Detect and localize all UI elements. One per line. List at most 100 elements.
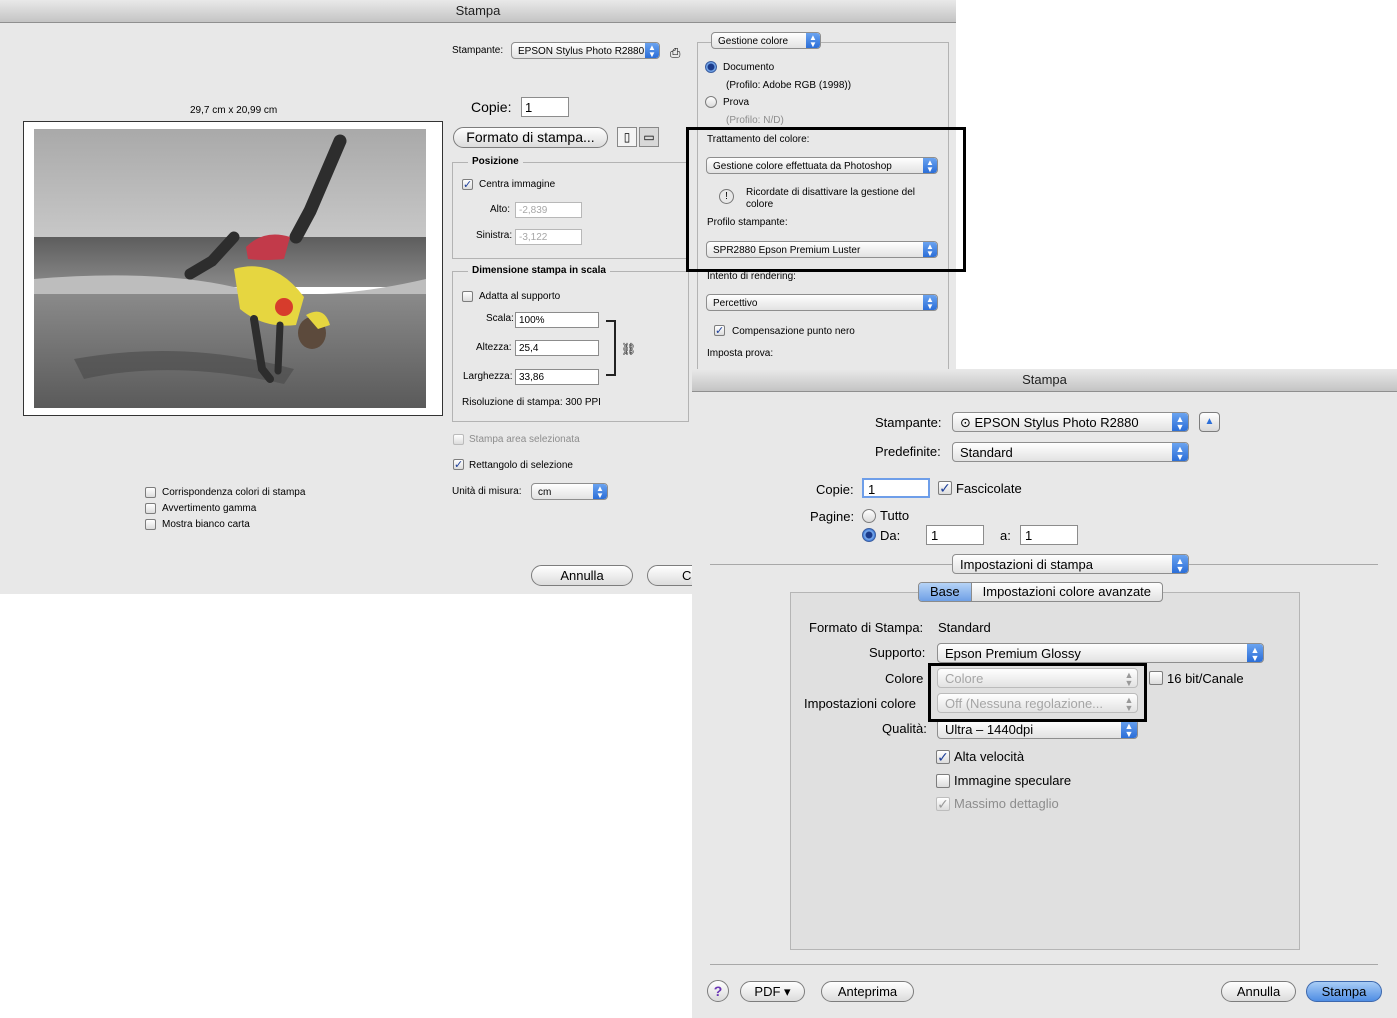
color-section-select[interactable]: Gestione colore ▲ ▼ — [711, 32, 821, 49]
printer-setup-icon[interactable]: ⎙ — [670, 46, 686, 62]
media-select-value: Epson Premium Glossy — [945, 646, 1081, 661]
black-point-checkbox[interactable]: ✓ — [714, 325, 725, 337]
proof-profile: (Profilo: N/D) — [726, 115, 784, 126]
chevron-updown-icon: ▲ ▼ — [806, 33, 820, 48]
show-paper-white-checkbox[interactable] — [145, 519, 156, 530]
match-print-colors-checkbox[interactable] — [145, 487, 156, 498]
presets-label: Predefinite: — [875, 444, 941, 459]
section-select[interactable]: Impostazioni di stampa ▲ ▼ — [952, 554, 1189, 574]
page-range-radio[interactable] — [862, 528, 876, 542]
copies-label: Copie: — [816, 482, 854, 497]
proportion-bracket — [606, 320, 616, 376]
portrait-orientation-icon[interactable]: ▯ — [617, 127, 637, 147]
copies-input[interactable]: 1 — [521, 97, 569, 117]
print-selected-area-label: Stampa area selezionata — [469, 434, 580, 445]
document-radio[interactable] — [705, 61, 717, 73]
left-label: Sinistra: — [476, 230, 513, 241]
high-speed-checkbox[interactable]: ✓ — [936, 750, 950, 764]
quality-label: Qualità: — [882, 721, 927, 736]
units-select[interactable]: cm ▲ ▼ — [531, 483, 608, 500]
units-label: Unità di misura: — [452, 486, 522, 497]
mirror-image-checkbox[interactable] — [936, 774, 950, 788]
copies-label: Copie: — [471, 99, 512, 115]
cancel-button[interactable]: Annulla — [1221, 981, 1296, 1002]
print-button[interactable]: Stampa — [1306, 981, 1382, 1002]
match-print-colors-label: Corrispondenza colori di stampa — [162, 487, 306, 498]
cancel-button[interactable]: Annulla — [531, 565, 633, 586]
width-input[interactable]: 33,86 — [515, 369, 599, 385]
quality-select[interactable]: Ultra – 1440dpi ▲ ▼ — [937, 719, 1138, 739]
landscape-orientation-icon[interactable]: ▭ — [639, 127, 659, 147]
chevron-updown-icon: ▲ ▼ — [1172, 555, 1188, 573]
print-selected-area-checkbox[interactable] — [453, 434, 464, 445]
quality-select-value: Ultra – 1440dpi — [945, 722, 1034, 737]
presets-select[interactable]: Standard ▲ ▼ — [952, 442, 1189, 462]
tab-base[interactable]: Base — [919, 583, 972, 601]
page-setup-value: Standard — [938, 620, 991, 635]
collated-label: Fascicolate — [956, 481, 1022, 496]
scale-input[interactable]: 100% — [515, 312, 599, 328]
bounding-box-label: Rettangolo di selezione — [469, 460, 573, 471]
document-label: Documento — [723, 62, 775, 73]
rendering-intent-select-value: Percettivo — [713, 298, 758, 309]
tab-bar: Base Impostazioni colore avanzate — [918, 582, 1164, 602]
color-label: Colore — [885, 671, 924, 686]
printer-select[interactable]: ⊙ EPSON Stylus Photo R2880 ▲ ▼ — [952, 412, 1189, 432]
fit-media-label: Adatta al supporto — [479, 291, 561, 302]
mirror-image-label: Immagine speculare — [954, 773, 1072, 788]
16-bit-checkbox[interactable] — [1149, 671, 1163, 685]
finest-detail-checkbox[interactable]: ✓ — [936, 797, 950, 811]
print-preview — [23, 121, 443, 416]
help-icon[interactable]: ? — [707, 980, 729, 1002]
highlight-box-color-handling — [686, 127, 966, 272]
preview-button[interactable]: Anteprima — [821, 981, 914, 1002]
printer-select-value: EPSON Stylus Photo R2880 — [974, 415, 1139, 430]
bounding-box-checkbox[interactable]: ✓ — [453, 459, 464, 471]
height-label: Altezza: — [476, 342, 512, 353]
chevron-updown-icon: ▲ ▼ — [593, 484, 607, 499]
collated-checkbox[interactable]: ✓ — [938, 481, 952, 495]
media-select[interactable]: Epson Premium Glossy ▲ ▼ — [937, 643, 1264, 663]
center-image-checkbox[interactable]: ✓ — [462, 179, 473, 191]
paper-size-label: 29,7 cm x 20,99 cm — [190, 105, 278, 116]
color-settings-label: Impostazioni colore — [804, 696, 916, 711]
high-speed-label: Alta velocità — [954, 749, 1025, 764]
printer-label: Stampante: — [875, 415, 942, 430]
black-point-label: Compensazione punto nero — [732, 326, 855, 337]
chevron-updown-icon: ▲ ▼ — [923, 295, 937, 310]
chain-link-icon[interactable]: ⛓ — [621, 342, 636, 356]
separator — [710, 964, 1378, 965]
chevron-updown-icon: ▲ ▼ — [645, 43, 659, 58]
top-input[interactable]: -2,839 — [515, 202, 582, 218]
left-input[interactable]: -3,122 — [515, 229, 582, 245]
gamut-warning-checkbox[interactable] — [145, 503, 156, 514]
page-setup-button[interactable]: Formato di stampa... — [453, 127, 608, 148]
rendering-intent-select[interactable]: Percettivo ▲ ▼ — [706, 294, 938, 311]
printer-select-value: EPSON Stylus Photo R2880 — [518, 46, 645, 57]
pages-label: Pagine: — [810, 509, 855, 524]
to-input[interactable]: 1 — [1020, 525, 1078, 545]
window-title: Stampa — [0, 0, 956, 23]
media-label: Supporto: — [869, 645, 926, 660]
fit-media-checkbox[interactable] — [462, 291, 473, 302]
from-label: Da: — [880, 528, 901, 543]
chevron-updown-icon: ▲ ▼ — [1121, 720, 1137, 738]
16-bit-label: 16 bit/Canale — [1167, 671, 1244, 686]
height-input[interactable]: 25,4 — [515, 340, 599, 356]
rendering-intent-label: Intento di rendering: — [707, 271, 796, 282]
finest-detail-label: Massimo dettaglio — [954, 796, 1059, 811]
presets-select-value: Standard — [960, 445, 1013, 460]
section-select-value: Impostazioni di stampa — [960, 557, 1093, 572]
printer-select[interactable]: EPSON Stylus Photo R2880 ▲ ▼ — [511, 42, 660, 59]
tab-advanced-color[interactable]: Impostazioni colore avanzate — [972, 583, 1162, 601]
from-input[interactable]: 1 — [926, 525, 984, 545]
proof-radio[interactable] — [705, 96, 717, 108]
printer-label: Stampante: — [452, 45, 504, 56]
pdf-button[interactable]: PDF ▾ — [740, 981, 805, 1002]
disclosure-triangle-icon[interactable]: ▲ — [1199, 412, 1220, 432]
window-title: Stampa — [692, 369, 1397, 392]
scale-label: Scala: — [486, 313, 514, 324]
all-pages-radio[interactable] — [862, 509, 876, 523]
copies-input[interactable]: 1 — [862, 478, 930, 498]
color-section-select-value: Gestione colore — [718, 36, 789, 47]
